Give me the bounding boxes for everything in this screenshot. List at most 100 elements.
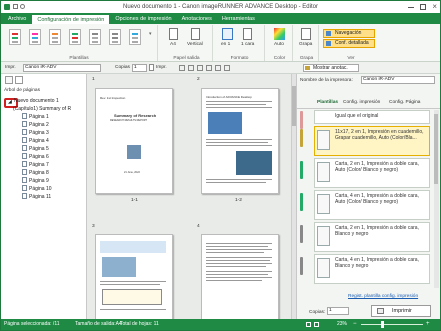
page-label: Página 11 — [29, 194, 52, 200]
template-thumb-7[interactable] — [129, 29, 141, 45]
page3-table — [102, 289, 162, 305]
template-strip-2 — [300, 129, 303, 147]
page-caption-1: 1-1 — [131, 198, 138, 203]
template-card-6[interactable]: Carta, 4 en 1, Impresión a doble cara, B… — [314, 254, 430, 284]
page-preview-4[interactable] — [201, 234, 279, 319]
status-total-sheets: Total de hojas: 11 — [120, 321, 159, 327]
tree-page-10[interactable]: Página 10 — [22, 185, 52, 193]
tab-anotaciones[interactable]: Anotaciones — [177, 14, 217, 24]
nup-icon[interactable] — [222, 28, 233, 40]
mostrar-anotaciones-button[interactable]: Mostrar anotac. — [303, 64, 359, 72]
group-label-plantillas: Plantillas — [69, 56, 89, 61]
tree-page-7[interactable]: Página 7 — [22, 161, 49, 169]
page-preview-3[interactable] — [95, 234, 173, 319]
zoom-in-icon[interactable]: + — [426, 319, 430, 330]
template-card-1[interactable]: Igual que el original — [314, 110, 430, 124]
page-icon — [22, 137, 27, 143]
subtab-plantillas[interactable]: Plantillas — [317, 100, 338, 105]
tree-page-11[interactable]: Página 11 — [22, 193, 51, 201]
status-page-selected: Página seleccionada: /11 — [4, 321, 60, 327]
template-thumb-5[interactable] — [89, 29, 101, 45]
paper-size-icon[interactable] — [169, 28, 178, 40]
subtab-config-impresion[interactable]: Config. impresión — [343, 100, 380, 105]
template-strip-6 — [300, 257, 303, 275]
tree-page-6[interactable]: Página 6 — [22, 153, 49, 161]
ribbon-group-ver: Navegación Conf. detallada Ver — [321, 25, 381, 61]
template-thumb-3[interactable] — [49, 29, 61, 45]
page2-photo-2 — [236, 151, 272, 175]
tree-root[interactable]: Nuevo documento 1 — [14, 97, 59, 105]
gallery-scroll-icon[interactable]: ▾ — [149, 31, 152, 37]
color-mode-icon[interactable] — [274, 28, 285, 40]
fit-page-icon[interactable] — [306, 322, 311, 327]
toolbar-option-icon-5[interactable] — [215, 65, 221, 71]
impr-button[interactable]: Impr. — [156, 65, 167, 70]
collapse-arrow-icon[interactable]: ◢ — [8, 99, 12, 105]
toolbar-option-icon-3[interactable] — [197, 65, 203, 71]
paper-size-label: A4 — [170, 42, 176, 47]
group-label-formato: Formato — [230, 56, 249, 61]
zoom-slider[interactable] — [361, 324, 423, 325]
navigation-icon — [326, 31, 331, 36]
tab-configuracion-impresion[interactable]: Configuración de impresión — [31, 14, 111, 24]
tree-chapter[interactable]: (Capítulo1) Summary of R — [13, 105, 71, 113]
tree-page-1[interactable]: Página 1 — [22, 113, 49, 121]
maximize-icon[interactable] — [420, 4, 426, 10]
template-thumb-2[interactable] — [29, 29, 41, 45]
thumbnail-view-tab-icon[interactable] — [15, 76, 23, 84]
page-caption-2: 1-2 — [235, 198, 242, 203]
page-preview-1[interactable]: Rev. 1st Inspection Summary of Research … — [95, 88, 173, 194]
template-card-2[interactable]: 11x17, 2 en 1, Impresión en cuadernillo,… — [314, 126, 430, 156]
page-number-1: 1 — [92, 77, 95, 82]
toolbar-option-icon-4[interactable] — [206, 65, 212, 71]
page-preview-area[interactable]: 1 2 Rev. 1st Inspection Summary of Resea… — [87, 74, 296, 319]
subtab-config-pagina[interactable]: Config. Página — [389, 100, 420, 105]
template-card-3[interactable]: Carta, 2 en 1, Impresión a doble cara, A… — [314, 158, 430, 188]
zoom-slider-thumb[interactable] — [381, 321, 384, 328]
template-scroll-thumb[interactable] — [434, 114, 438, 184]
page-preview-2[interactable]: Introduction of ADVANCE Desktop — [201, 88, 279, 194]
group-label-grapa: Grapa — [299, 56, 314, 61]
template-card-5[interactable]: Carta, 2 en 1, Impresión a doble cara, B… — [314, 222, 430, 252]
tree-page-4[interactable]: Página 4 — [22, 137, 49, 145]
tree-page-8[interactable]: Página 8 — [22, 169, 49, 177]
tab-opciones-impresion[interactable]: Opciones de impresión — [110, 14, 176, 24]
close-icon[interactable]: × — [432, 2, 437, 11]
page-label: Página 5 — [29, 146, 49, 152]
copies-input[interactable]: 1 — [132, 64, 147, 72]
tree-header: Árbol de páginas — [4, 88, 41, 93]
tab-herramientas[interactable]: Herramientas — [217, 14, 260, 24]
template-thumb-4[interactable] — [69, 29, 81, 45]
tree-page-9[interactable]: Página 9 — [22, 177, 49, 185]
page-icon — [22, 161, 27, 167]
tab-archivo[interactable]: Archivo — [3, 14, 31, 24]
fit-width-icon[interactable] — [314, 322, 319, 327]
tree-page-2[interactable]: Página 2 — [22, 121, 49, 129]
minimize-icon[interactable] — [408, 7, 414, 8]
duplex-icon[interactable] — [243, 28, 252, 40]
toolbar-option-icon-6[interactable] — [224, 65, 230, 71]
copies-right-input[interactable]: 1 — [327, 307, 349, 315]
template-thumb-6[interactable] — [109, 29, 121, 45]
page-label: Página 6 — [29, 154, 49, 160]
template-thumb-1[interactable] — [9, 29, 21, 45]
staple-icon[interactable] — [301, 28, 311, 40]
tree-view-tab-icon[interactable] — [5, 76, 13, 84]
tree-page-5[interactable]: Página 5 — [22, 145, 49, 153]
regist-template-link[interactable]: Regist. plantilla config. impresión — [348, 294, 418, 299]
page-icon — [22, 145, 27, 151]
page-number-2: 2 — [197, 77, 200, 82]
printer-select[interactable]: Canon iR-ADV — [23, 64, 101, 72]
printer-name-select[interactable]: Canon iR-ADV — [361, 76, 435, 84]
template-card-4[interactable]: Carta, 4 en 1, Impresión a doble cara, A… — [314, 190, 430, 220]
page3-chart — [102, 257, 136, 277]
toolbar-option-icon-1[interactable] — [179, 65, 185, 71]
page-icon — [22, 121, 27, 127]
window-title: Nuevo documento 1 - Canon imageRUNNER AD… — [123, 4, 318, 10]
toolbar-option-icon-2[interactable] — [188, 65, 194, 71]
tree-page-3[interactable]: Página 3 — [22, 129, 49, 137]
zoom-out-icon[interactable]: − — [353, 319, 357, 330]
ribbon-group-papel-salida: A4 Vertical Papel salida — [161, 25, 213, 61]
orientation-icon[interactable] — [191, 28, 200, 40]
template-scrollbar[interactable] — [434, 110, 439, 288]
